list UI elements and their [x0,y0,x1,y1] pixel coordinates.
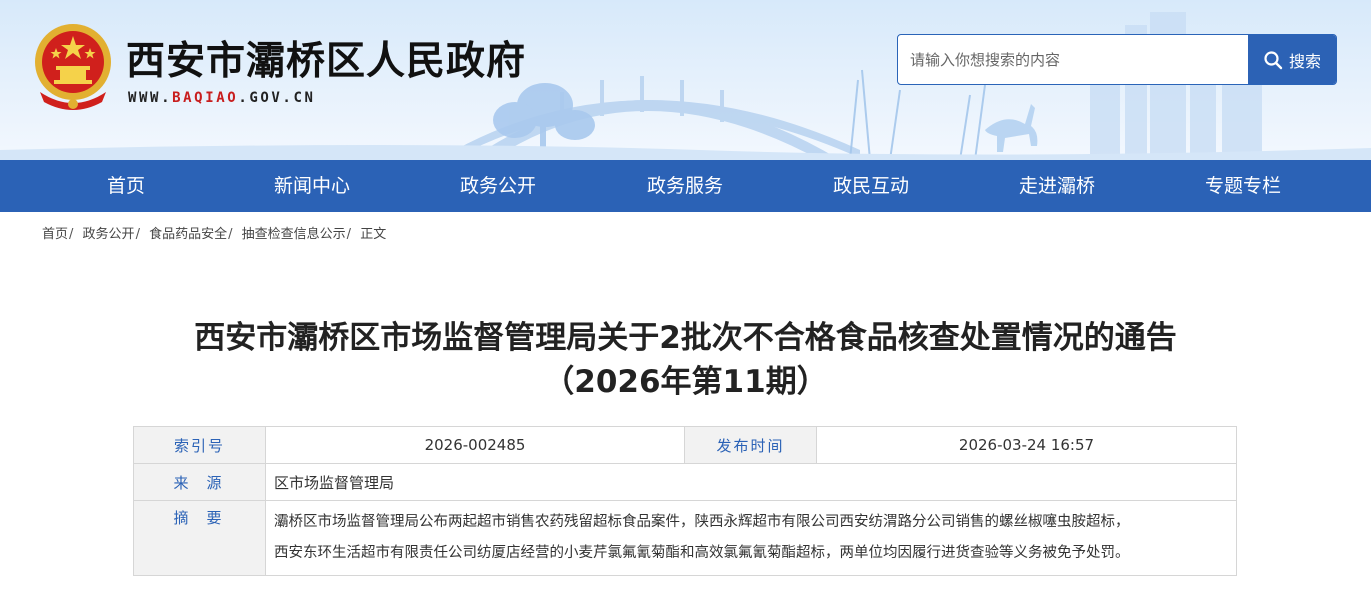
breadcrumb-current: 正文 [360,227,387,242]
breadcrumb-separator: / [135,227,140,242]
url-suffix: .GOV.CN [238,90,316,106]
search-icon [1264,50,1283,69]
breadcrumb-gov-affairs[interactable]: 政务公开 [83,227,135,242]
info-row-source: 来源 区市场监督管理局 [133,463,1237,501]
nav-item-interaction[interactable]: 政民互动 [781,160,961,212]
search-button[interactable]: 搜索 [1248,35,1336,84]
breadcrumb-separator: / [228,227,233,242]
main-nav: 首页 新闻中心 政务公开 政务服务 政民互动 走进灞桥 专题专栏 [0,160,1371,212]
nav-item-gov-services[interactable]: 政务服务 [595,160,775,212]
nav-item-home[interactable]: 首页 [36,160,216,212]
breadcrumb-home[interactable]: 首页 [42,227,68,242]
url-prefix: WWW. [128,90,173,106]
site-header: 西安市灞桥区人民政府 WWW.BAQIAO.GOV.CN 搜索 [0,0,1371,160]
search-button-label: 搜索 [1288,51,1321,71]
breadcrumb: 首页/ 政务公开/ 食品药品安全/ 抽查检查信息公示/ 正文 [42,223,386,242]
info-row-abstract: 摘要 灞桥区市场监督管理局公布两起超市销售农药残留超标食品案件，陕西永辉超市有限… [133,500,1237,576]
site-url[interactable]: WWW.BAQIAO.GOV.CN [128,90,316,106]
article-title-line2: （2026年第11期） [543,364,828,400]
publish-date-label: 发布时间 [684,426,817,464]
article-info-table: 索引号 2026-002485 发布时间 2026-03-24 16:57 来源… [133,426,1237,576]
index-label: 索引号 [133,426,266,464]
breadcrumb-inspection-info[interactable]: 抽查检查信息公示 [242,227,346,242]
abstract-line2: 西安东环生活超市有限责任公司纺厦店经营的小麦芹氯氟氰菊酯和高效氯氟氰菊酯超标，两… [274,545,1130,561]
search-input[interactable] [898,35,1248,84]
article-title-line1: 西安市灞桥区市场监督管理局关于2批次不合格食品核查处置情况的通告 [194,320,1177,356]
breadcrumb-separator: / [346,227,352,242]
search-box: 搜索 [897,34,1337,85]
abstract-label: 摘要 [133,500,266,576]
abstract-line1: 灞桥区市场监督管理局公布两起超市销售农药残留超标食品案件，陕西永辉超市有限公司西… [274,514,1130,530]
nav-item-news[interactable]: 新闻中心 [222,160,402,212]
index-value: 2026-002485 [265,426,685,464]
abstract-value: 灞桥区市场监督管理局公布两起超市销售农药残留超标食品案件，陕西永辉超市有限公司西… [265,500,1237,576]
site-title[interactable]: 西安市灞桥区人民政府 [126,30,526,86]
info-row-index: 索引号 2026-002485 发布时间 2026-03-24 16:57 [133,426,1237,464]
nav-item-gov-affairs[interactable]: 政务公开 [408,160,588,212]
article-title: 西安市灞桥区市场监督管理局关于2批次不合格食品核查处置情况的通告 （2026年第… [0,316,1371,404]
nav-item-about-baqiao[interactable]: 走进灞桥 [967,160,1147,212]
breadcrumb-separator: / [69,227,74,242]
source-label: 来源 [133,463,266,501]
breadcrumb-food-drug-safety[interactable]: 食品药品安全 [149,227,227,242]
publish-date-value: 2026-03-24 16:57 [816,426,1237,464]
url-highlight: BAQIAO [172,90,239,106]
source-value: 区市场监督管理局 [265,463,1237,501]
national-emblem-icon [35,24,111,110]
nav-item-special-topics[interactable]: 专题专栏 [1153,160,1333,212]
